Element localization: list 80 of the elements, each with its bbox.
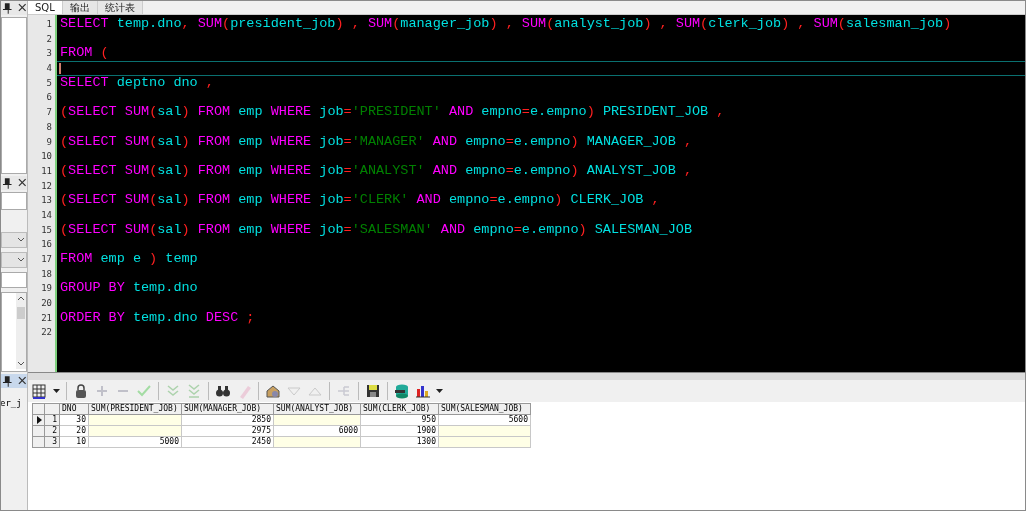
table-cell: 1900 [360, 425, 439, 437]
code-line: (SELECT SUM(sal) FROM emp WHERE job='MANAGER' AND empno=e.empno) MANAGER_JOB , [59, 134, 693, 150]
table-cell: 5600 [438, 414, 531, 426]
column-header[interactable]: SUM(ANALYST_JOB) [273, 403, 361, 415]
line-number: 5 [45, 76, 53, 90]
table-cell: 2450 [181, 436, 274, 448]
table-cell: 950 [360, 414, 439, 426]
line-number: 7 [45, 106, 53, 120]
chevron-down-icon [16, 256, 26, 264]
column-header[interactable]: SUM(MANAGER_JOB) [181, 403, 274, 415]
line-number: 2 [45, 32, 53, 46]
text-cursor [59, 63, 61, 75]
table-cell: 30 [59, 414, 89, 426]
table-cell: 5000 [88, 436, 182, 448]
column-header[interactable]: SUM(CLERK_JOB) [360, 403, 439, 415]
line-number: 1 [45, 18, 53, 31]
bar-chart-icon[interactable] [415, 383, 431, 399]
close-icon[interactable] [16, 375, 27, 387]
code-line: ORDER BY temp.dno DESC ; [59, 310, 256, 326]
tab[interactable]: 输出 [62, 1, 98, 14]
table-cell: 2975 [181, 425, 274, 437]
table-cell: 6000 [273, 425, 361, 437]
row-number[interactable]: 1 [44, 414, 60, 426]
row-number[interactable]: 3 [44, 436, 60, 448]
pin-icon[interactable] [2, 2, 13, 14]
tab[interactable]: 统计表 [97, 1, 143, 14]
column-header[interactable]: DNO [59, 403, 89, 415]
line-number: 3 [45, 47, 53, 61]
line-number: 8 [45, 120, 53, 134]
code-line: SELECT deptno dno , [59, 75, 215, 91]
line-number: 6 [45, 91, 53, 105]
row-number[interactable]: 2 [44, 425, 60, 437]
chevron-down-icon [16, 236, 26, 244]
input-field[interactable] [1, 192, 27, 210]
table-cell: 2850 [181, 414, 274, 426]
close-icon[interactable] [16, 177, 27, 189]
database-icon[interactable] [394, 383, 410, 399]
line-number: 22 [40, 326, 53, 340]
line-number: 19 [40, 282, 53, 296]
scrollbar-icon[interactable] [16, 293, 26, 369]
item-label: er_j [1, 398, 23, 408]
line-number: 10 [40, 150, 53, 164]
line-number: 15 [40, 223, 53, 237]
code-line: (SELECT SUM(sal) FROM emp WHERE job='ANALYST' AND empno=e.empno) ANALYST_JOB , [59, 163, 693, 179]
line-number: 12 [40, 179, 53, 193]
code-line: (SELECT SUM(sal) FROM emp WHERE job='CLERK' AND empno=e.empno) CLERK_JOB , [59, 193, 661, 208]
input-field[interactable] [1, 272, 27, 288]
caret-icon[interactable] [53, 388, 60, 394]
close-icon[interactable] [16, 2, 27, 14]
line-number: 18 [40, 267, 53, 281]
house-icon[interactable] [265, 383, 281, 399]
line-number: 16 [40, 238, 53, 252]
line-number: 20 [40, 297, 53, 311]
line-number: 21 [40, 311, 53, 325]
grid-icon[interactable] [32, 383, 48, 399]
pin-icon[interactable] [2, 177, 13, 189]
line-number: 14 [40, 208, 53, 222]
code-line: (SELECT SUM(sal) FROM emp WHERE job='PRESIDENT' AND empno=e.empno) PRESIDENT_JOB , [59, 105, 726, 120]
pin-icon[interactable] [2, 375, 13, 387]
table-cell: 10 [59, 436, 89, 448]
row-pointer-icon [36, 416, 42, 424]
code-line: SELECT temp.dno, SUM(president_job) , SUM(manager_job) , SUM(analyst_job) , SUM(clerk_job) , SUM(salesman_job) [59, 17, 953, 32]
code-line: FROM ( [59, 46, 110, 62]
line-number: 13 [40, 194, 53, 208]
code-line: GROUP BY temp.dno [59, 281, 199, 297]
line-number: 17 [40, 253, 53, 266]
save-icon[interactable] [365, 383, 381, 399]
line-number: 4 [45, 62, 53, 76]
code-line: FROM emp e ) temp [59, 252, 199, 267]
line-number: 11 [40, 164, 53, 178]
binoculars-icon[interactable] [215, 383, 231, 399]
line-number: 9 [45, 135, 53, 149]
table-cell: 1300 [360, 436, 439, 448]
tab[interactable]: SQL [28, 1, 63, 14]
column-header[interactable]: SUM(SALESMAN_JOB) [438, 403, 531, 415]
table-cell: 20 [59, 425, 89, 437]
code-line: (SELECT SUM(sal) FROM emp WHERE job='SALESMAN' AND empno=e.empno) SALESMAN_JOB [59, 222, 693, 238]
lock-icon[interactable] [73, 383, 89, 399]
caret-icon[interactable] [436, 388, 443, 394]
column-header[interactable]: SUM(PRESIDENT_JOB) [88, 403, 182, 415]
